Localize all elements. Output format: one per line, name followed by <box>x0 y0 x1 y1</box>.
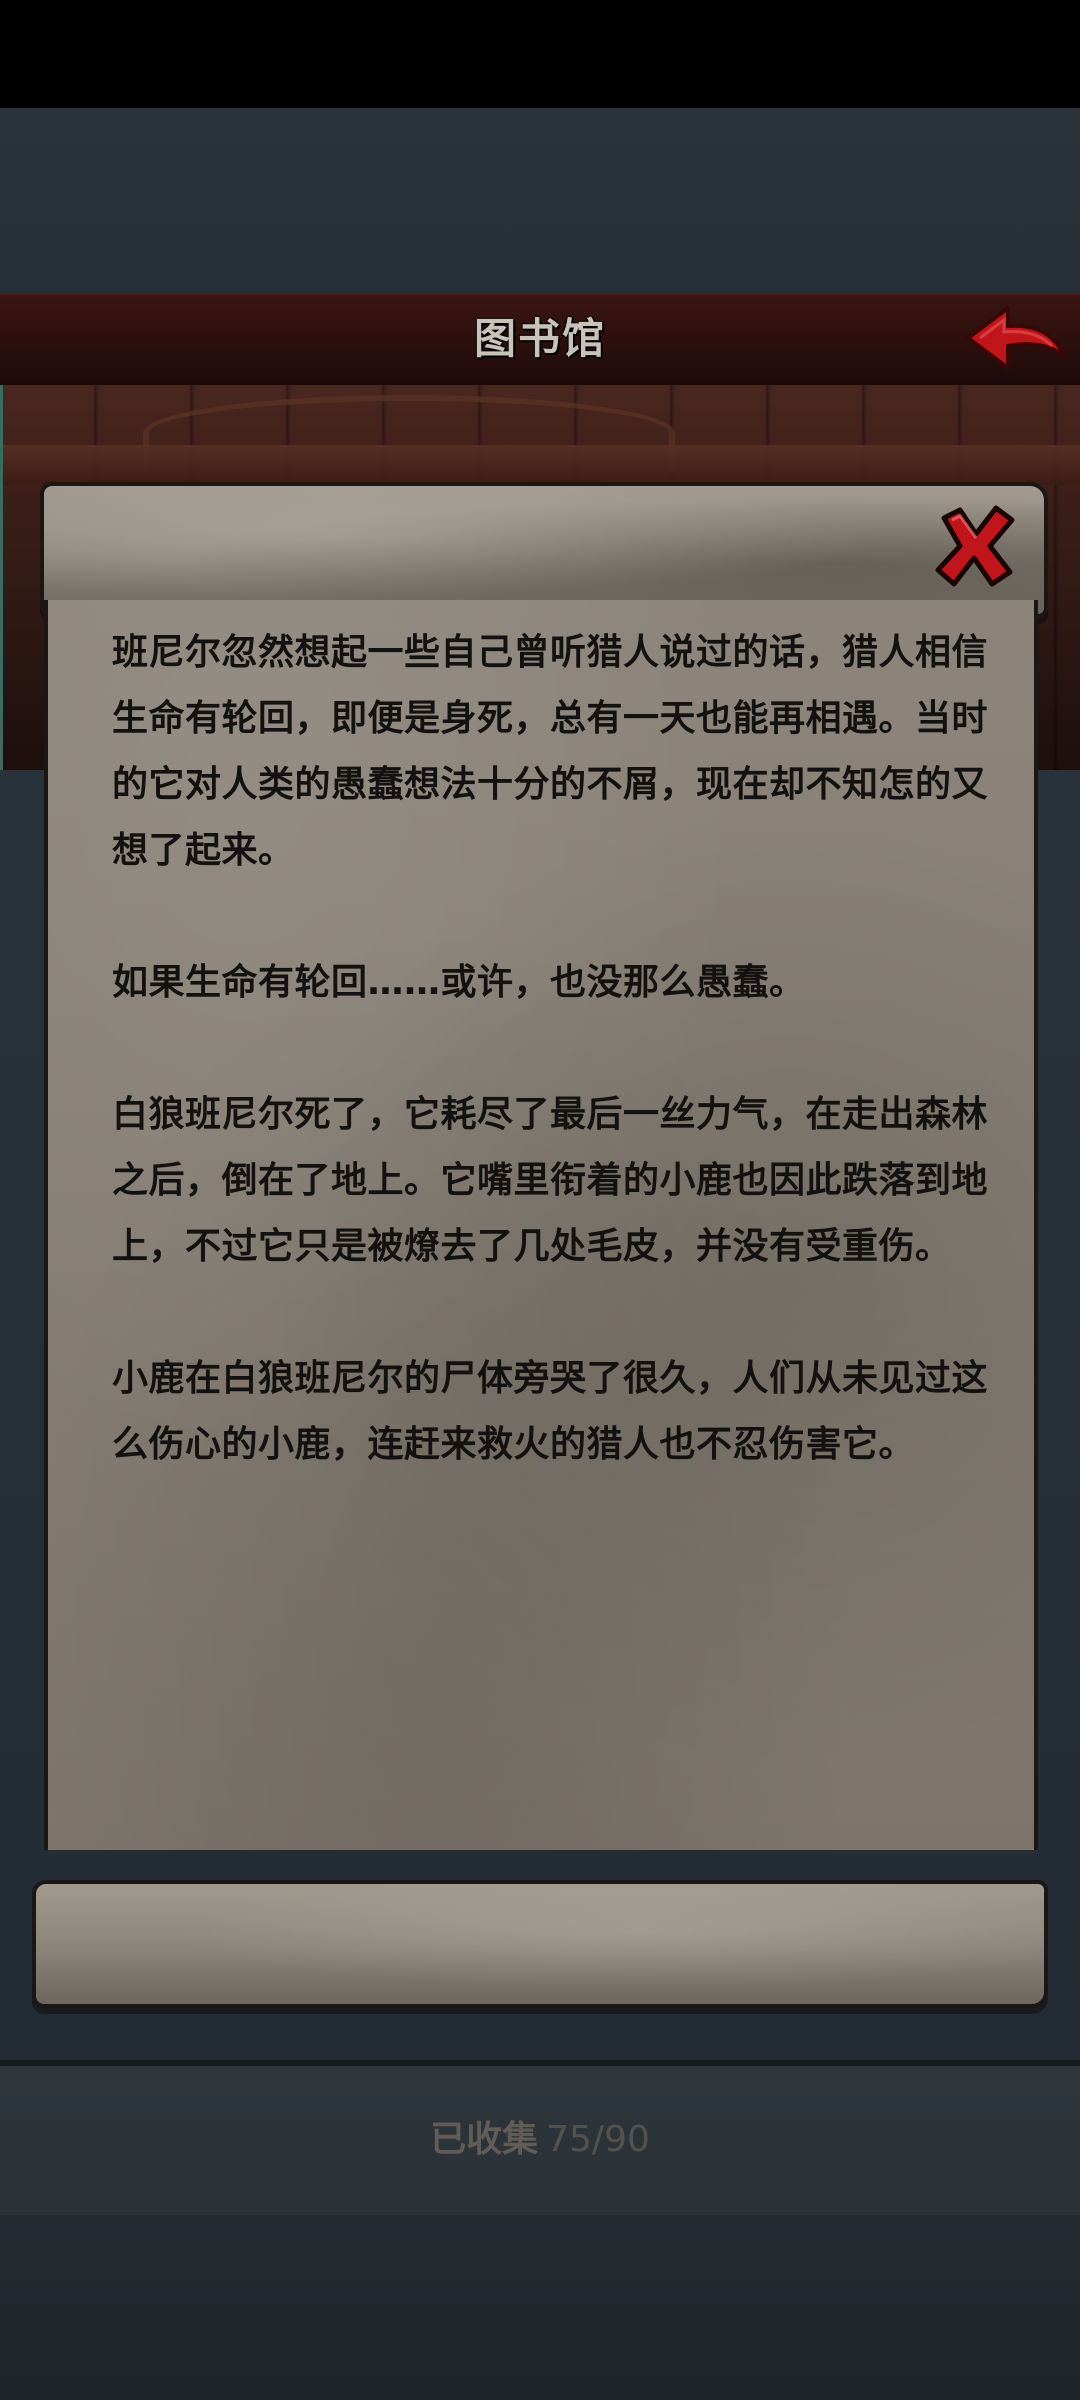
story-paragraph: 小鹿在白狼班尼尔的尸体旁哭了很久，人们从未见过这么伤心的小鹿，连赶来救火的猎人也… <box>112 1358 989 1465</box>
story-paragraph: 如果生命有轮回……或许，也没那么愚蠢。 <box>112 962 806 1003</box>
back-button[interactable] <box>960 300 1070 378</box>
status-bar <box>0 0 1080 108</box>
scroll-top-roll <box>40 482 1048 618</box>
close-x-icon <box>935 505 1015 587</box>
app-root: 图书馆 已收集 75/90 班尼尔忽然想起一些自己曾听猎人说过的话，猎人相信生命有… <box>0 0 1080 2400</box>
close-button[interactable] <box>930 500 1020 590</box>
navigation-area <box>0 2215 1080 2400</box>
scroll-bottom-roll <box>32 1880 1048 2008</box>
story-paragraph: 班尼尔忽然想起一些自己曾听猎人说过的话，猎人相信生命有轮回，即便是身死，总有一天… <box>112 632 989 871</box>
story-text: 班尼尔忽然想起一些自己曾听猎人说过的话，猎人相信生命有轮回，即便是身死，总有一天… <box>112 620 1012 1850</box>
page-title: 图书馆 <box>473 314 606 363</box>
collected-label: 已收集 <box>430 2119 539 2160</box>
background-panel <box>0 108 1080 293</box>
story-paragraph: 白狼班尼尔死了，它耗尽了最后一丝力气，在走出森林之后，倒在了地上。它嘴里衔着的小… <box>112 1094 989 1267</box>
title-bar: 图书馆 <box>0 293 1080 388</box>
collected-count: 75/90 <box>546 2119 650 2160</box>
collected-counter: 已收集 75/90 <box>0 2110 1080 2170</box>
story-scroll-dialog: 班尼尔忽然想起一些自己曾听猎人说过的话，猎人相信生命有轮回，即便是身死，总有一天… <box>30 470 1050 2010</box>
back-arrow-icon <box>966 306 1066 370</box>
